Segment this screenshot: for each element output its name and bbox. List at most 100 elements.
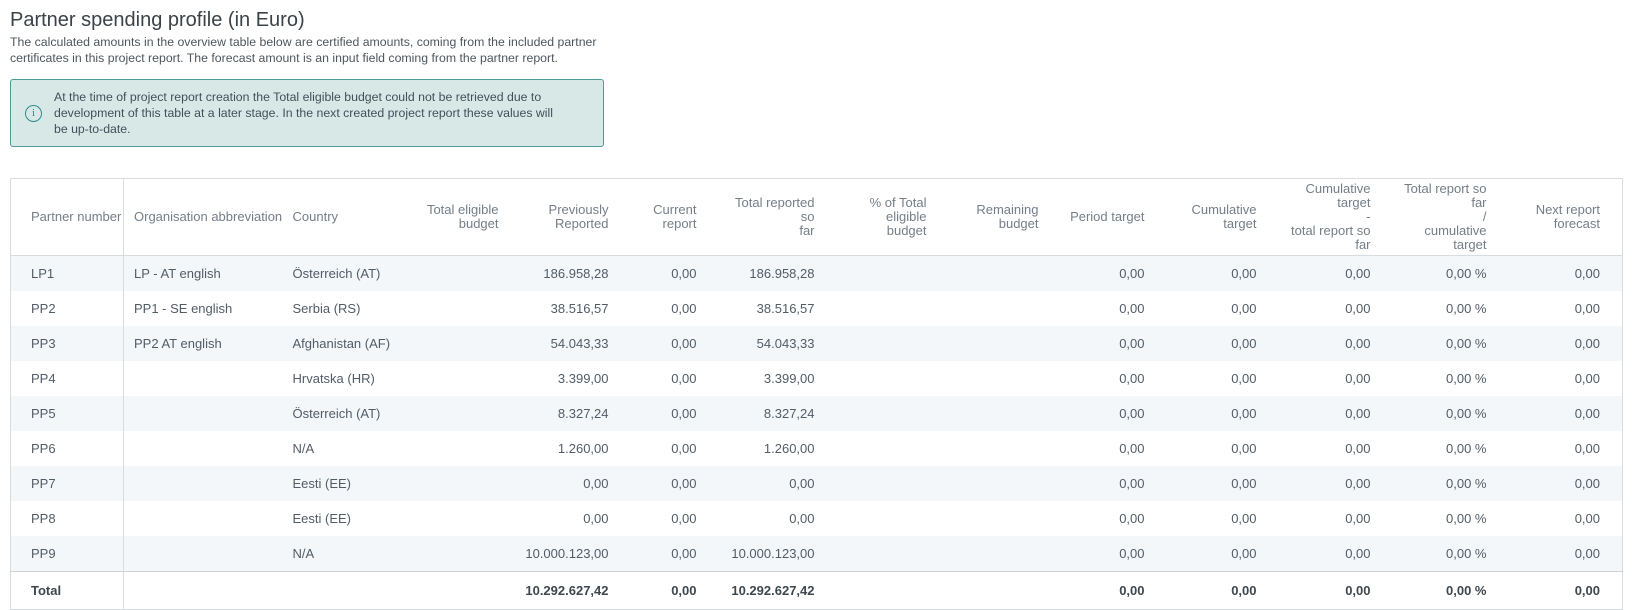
table-cell: 0,00 <box>1509 256 1623 292</box>
table-cell <box>421 256 521 292</box>
table-cell: 54.043,33 <box>719 326 837 361</box>
total-label: Total <box>11 572 124 610</box>
table-cell: 0,00 <box>1279 536 1393 572</box>
table-header-row: Partner numberOrganisation abbreviationC… <box>11 179 1623 256</box>
table-cell: N/A <box>283 431 421 466</box>
table-cell: 0,00 <box>1061 431 1167 466</box>
table-cell: 186.958,28 <box>521 256 631 292</box>
table-cell: 0,00 <box>1509 431 1623 466</box>
table-cell: 0,00 % <box>1393 466 1509 501</box>
table-cell <box>124 501 283 536</box>
partner-spending-page: Partner spending profile (in Euro) The c… <box>0 0 1633 610</box>
table-cell <box>421 466 521 501</box>
table-cell <box>949 466 1061 501</box>
table-cell: 0,00 <box>1167 536 1279 572</box>
table-cell: PP8 <box>11 501 124 536</box>
table-cell: 0,00 <box>1167 501 1279 536</box>
table-cell: 0,00 <box>1279 256 1393 292</box>
table-cell: 10.000.123,00 <box>719 536 837 572</box>
table-cell <box>949 326 1061 361</box>
total-cell: 0,00 <box>1279 572 1393 610</box>
table-body: LP1LP - AT englishÖsterreich (AT)186.958… <box>11 256 1623 572</box>
table-cell: 0,00 % <box>1393 501 1509 536</box>
table-cell: PP6 <box>11 431 124 466</box>
column-header: % of Total eligible budget <box>837 179 949 256</box>
table-cell: 0,00 % <box>1393 256 1509 292</box>
table-cell: Serbia (RS) <box>283 291 421 326</box>
table-cell: LP1 <box>11 256 124 292</box>
total-cell <box>124 572 283 610</box>
table-row: PP3PP2 AT englishAfghanistan (AF)54.043,… <box>11 326 1623 361</box>
table-cell <box>837 536 949 572</box>
table-cell: 0,00 <box>631 361 719 396</box>
table-cell: PP2 <box>11 291 124 326</box>
table-cell: 0,00 <box>1167 256 1279 292</box>
table-cell <box>949 431 1061 466</box>
table-cell: 38.516,57 <box>521 291 631 326</box>
table-cell <box>837 431 949 466</box>
table-cell: 0,00 <box>1061 291 1167 326</box>
table-row: PP2PP1 - SE englishSerbia (RS)38.516,570… <box>11 291 1623 326</box>
table-total-row: Total10.292.627,420,0010.292.627,420,000… <box>11 572 1623 610</box>
table-cell: 0,00 % <box>1393 431 1509 466</box>
table-cell: PP2 AT english <box>124 326 283 361</box>
table-cell <box>124 361 283 396</box>
table-cell: 0,00 <box>1279 291 1393 326</box>
column-header: Cumulative target - total report so far <box>1279 179 1393 256</box>
table-cell: 0,00 <box>1167 396 1279 431</box>
table-cell <box>421 431 521 466</box>
page-title: Partner spending profile (in Euro) <box>10 8 1623 32</box>
table-cell: 8.327,24 <box>521 396 631 431</box>
table-row: PP6N/A1.260,000,001.260,000,000,000,000,… <box>11 431 1623 466</box>
table-cell: 0,00 <box>1509 291 1623 326</box>
table-cell: 0,00 <box>1061 466 1167 501</box>
table-cell: 0,00 <box>1167 466 1279 501</box>
table-cell <box>949 536 1061 572</box>
table-cell: 0,00 <box>1279 396 1393 431</box>
total-cell <box>421 572 521 610</box>
table-cell: PP4 <box>11 361 124 396</box>
table-cell: 0,00 <box>719 466 837 501</box>
table-cell <box>124 536 283 572</box>
table-cell: 0,00 % <box>1393 361 1509 396</box>
table-cell: 0,00 <box>1061 501 1167 536</box>
total-cell <box>837 572 949 610</box>
total-cell: 10.292.627,42 <box>719 572 837 610</box>
table-cell: 0,00 <box>1509 466 1623 501</box>
column-header: Remaining budget <box>949 179 1061 256</box>
table-cell: 0,00 <box>1061 256 1167 292</box>
table-cell <box>837 256 949 292</box>
table-cell: 0,00 <box>1279 361 1393 396</box>
table-cell <box>124 396 283 431</box>
table-cell: 0,00 <box>1279 326 1393 361</box>
total-cell: 0,00 <box>1061 572 1167 610</box>
column-header: Organisation abbreviation <box>124 179 283 256</box>
table-cell: 10.000.123,00 <box>521 536 631 572</box>
column-header: Country <box>283 179 421 256</box>
table-cell: 8.327,24 <box>719 396 837 431</box>
table-cell: 0,00 <box>521 466 631 501</box>
table-cell: N/A <box>283 536 421 572</box>
table-cell: 0,00 <box>1061 361 1167 396</box>
table-cell: 0,00 <box>1509 536 1623 572</box>
column-header: Total eligible budget <box>421 179 521 256</box>
table-cell <box>124 431 283 466</box>
table-cell: PP7 <box>11 466 124 501</box>
table-cell <box>124 466 283 501</box>
table-cell: 0,00 % <box>1393 536 1509 572</box>
table-cell <box>949 396 1061 431</box>
table-cell: 0,00 <box>631 396 719 431</box>
table-row: PP9N/A10.000.123,000,0010.000.123,000,00… <box>11 536 1623 572</box>
table-row: PP7Eesti (EE)0,000,000,000,000,000,000,0… <box>11 466 1623 501</box>
column-header: Current report <box>631 179 719 256</box>
table-cell: LP - AT english <box>124 256 283 292</box>
table-cell <box>837 326 949 361</box>
table-cell: 3.399,00 <box>521 361 631 396</box>
table-cell: 0,00 <box>1279 431 1393 466</box>
table-cell: 0,00 % <box>1393 291 1509 326</box>
table-cell: 0,00 <box>1061 536 1167 572</box>
table-cell: 0,00 <box>1061 326 1167 361</box>
table-cell: PP3 <box>11 326 124 361</box>
table-cell: Eesti (EE) <box>283 501 421 536</box>
table-cell: 0,00 <box>631 256 719 292</box>
